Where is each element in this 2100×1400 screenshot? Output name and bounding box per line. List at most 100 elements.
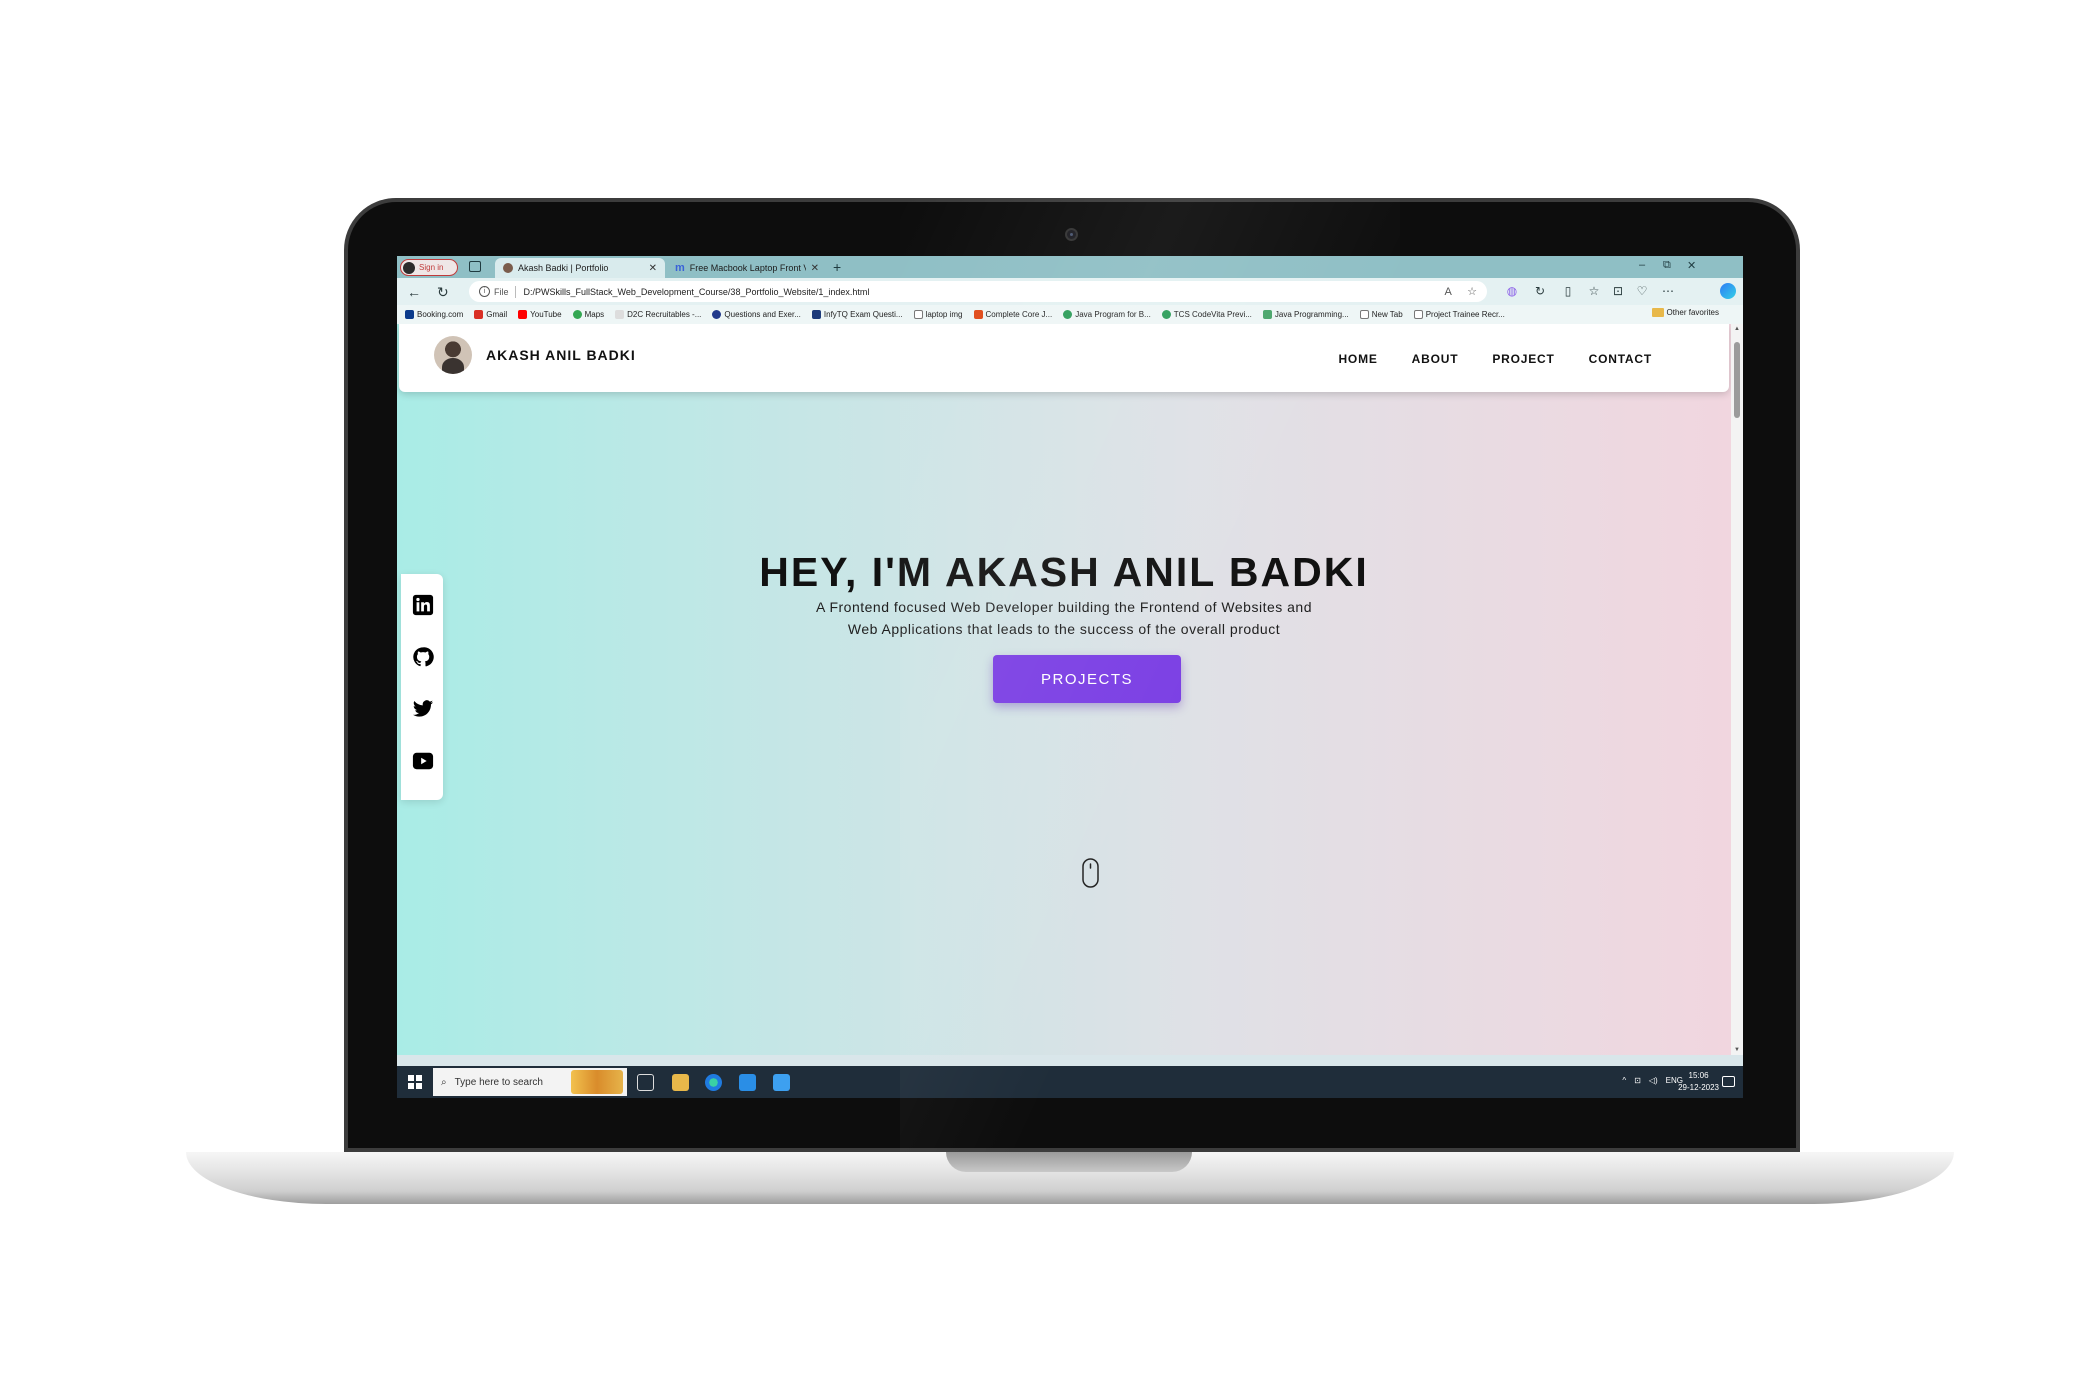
restore-button[interactable]: ⧉ <box>1663 259 1671 272</box>
windows-start-icon[interactable] <box>408 1075 422 1089</box>
twitter-icon[interactable] <box>412 698 434 720</box>
favorite-core-java[interactable]: Complete Core J... <box>973 310 1052 319</box>
scroll-thumb[interactable] <box>1734 342 1740 418</box>
viewport-bottom-edge <box>397 1055 1743 1066</box>
scheme-label: File <box>494 286 509 297</box>
favorite-java-program[interactable]: Java Program for B... <box>1063 310 1151 319</box>
search-placeholder: Type here to search <box>454 1076 543 1088</box>
infytq-icon <box>811 310 821 319</box>
avatar <box>434 336 472 374</box>
favorites-bar: Booking.com Gmail YouTube Maps D2C Recru… <box>397 305 1743 324</box>
favorite-maps[interactable]: Maps <box>572 310 604 319</box>
tab-macbook-image[interactable]: m Free Macbook Laptop Front View ✕ <box>667 258 827 278</box>
info-icon[interactable]: i <box>479 286 490 297</box>
more-options-icon[interactable]: ⋯ <box>1661 284 1675 298</box>
clock-time: 15:06 <box>1688 1071 1709 1080</box>
favorite-d2c[interactable]: D2C Recruitables -... <box>615 310 701 319</box>
browser-toolbar: ← ↻ i File D:/PWSkills_FullStack_Web_Dev… <box>397 278 1743 305</box>
github-icon[interactable] <box>412 646 434 668</box>
close-window-button[interactable]: ✕ <box>1687 259 1696 272</box>
maps-pin-icon <box>572 310 582 319</box>
collections-icon[interactable]: ⊡ <box>1611 284 1625 298</box>
favorite-youtube[interactable]: YouTube <box>518 310 562 319</box>
tab-label: Akash Badki | Portfolio <box>518 263 609 273</box>
booking-icon <box>405 310 414 319</box>
webcam <box>1065 228 1078 241</box>
page-viewport: AKASH ANIL BADKI HOME ABOUT PROJECT CONT… <box>397 324 1731 1055</box>
folder-icon <box>1651 308 1664 317</box>
scroll-mouse-icon <box>1082 858 1099 888</box>
tab-actions-icon[interactable] <box>469 261 481 272</box>
profile-sign-in-button[interactable]: Sign in <box>400 259 458 276</box>
system-tray: ^ ⊡ ◁) ENG <box>1622 1076 1683 1085</box>
task-view-icon[interactable] <box>637 1074 654 1091</box>
page-scrollbar[interactable]: ▲ ▼ <box>1731 324 1743 1055</box>
site-navbar: AKASH ANIL BADKI HOME ABOUT PROJECT CONT… <box>399 324 1729 392</box>
vscode-icon[interactable] <box>739 1074 756 1091</box>
youtube-icon[interactable] <box>412 750 434 772</box>
gfg-icon <box>1161 310 1171 319</box>
tab-close-icon[interactable]: ✕ <box>649 263 657 274</box>
browser-tab-bar: Sign in Akash Badki | Portfolio ✕ m Free… <box>397 256 1743 278</box>
laptop-screen: Sign in Akash Badki | Portfolio ✕ m Free… <box>397 256 1743 1098</box>
scroll-up-arrow-icon[interactable]: ▲ <box>1734 326 1740 332</box>
url-text[interactable]: D:/PWSkills_FullStack_Web_Development_Co… <box>524 287 870 297</box>
nav-about[interactable]: ABOUT <box>1412 352 1459 366</box>
questions-icon <box>712 310 722 319</box>
edge-browser-icon[interactable] <box>705 1074 722 1091</box>
favorites-icon[interactable]: ☆ <box>1587 284 1601 298</box>
favorite-questions[interactable]: Questions and Exer... <box>712 310 801 319</box>
tab-label: Free Macbook Laptop Front View <box>689 263 806 273</box>
copilot-icon[interactable] <box>1720 283 1736 299</box>
tab-close-icon[interactable]: ✕ <box>811 263 819 274</box>
favorite-java-programming[interactable]: Java Programming... <box>1262 310 1349 319</box>
omnibox-actions: A ☆ <box>1445 285 1478 298</box>
gfg-icon <box>1063 310 1073 319</box>
tray-overflow-icon[interactable]: ^ <box>1622 1076 1626 1085</box>
projects-button[interactable]: PROJECTS <box>993 655 1181 703</box>
performance-icon[interactable]: ♡ <box>1635 284 1649 298</box>
refresh-icon[interactable]: ↻ <box>437 284 449 301</box>
back-arrow-icon[interactable]: ← <box>407 284 421 300</box>
split-screen-icon[interactable]: ▯ <box>1561 284 1575 298</box>
refresh-page-icon[interactable]: ↻ <box>1533 284 1547 298</box>
hero-subtitle: A Frontend focused Web Developer buildin… <box>816 599 1312 637</box>
favorite-project-trainee[interactable]: Project Trainee Recr... <box>1413 310 1505 319</box>
notification-icon[interactable] <box>1722 1076 1735 1087</box>
windows-taskbar: ⌕ Type here to search ^ ⊡ ◁) ENG 15:06 2… <box>397 1066 1743 1098</box>
extension-icon[interactable]: ◍ <box>1505 284 1519 298</box>
read-aloud-icon[interactable]: A <box>1445 286 1452 298</box>
nav-contact[interactable]: CONTACT <box>1589 352 1652 366</box>
address-divider <box>514 285 516 298</box>
scroll-down-arrow-icon[interactable]: ▼ <box>1734 1047 1740 1053</box>
core-java-icon <box>973 310 983 319</box>
nav-project[interactable]: PROJECT <box>1492 352 1554 366</box>
favorite-laptop-img[interactable]: laptop img <box>913 310 963 319</box>
tab-portfolio[interactable]: Akash Badki | Portfolio ✕ <box>495 258 665 278</box>
favorite-new-tab[interactable]: New Tab <box>1359 310 1403 319</box>
volume-icon[interactable]: ◁) <box>1649 1076 1658 1085</box>
laptop-hinge-notch <box>946 1152 1192 1172</box>
linkedin-icon[interactable] <box>412 594 434 616</box>
site-brand[interactable]: AKASH ANIL BADKI <box>434 336 636 374</box>
other-favorites[interactable]: Other favorites <box>1651 308 1719 317</box>
youtube-icon <box>518 310 528 319</box>
favorite-gmail[interactable]: Gmail <box>474 310 507 319</box>
new-tab-button[interactable]: + <box>833 259 841 275</box>
file-explorer-icon[interactable] <box>672 1074 689 1091</box>
network-icon[interactable]: ⊡ <box>1634 1076 1641 1085</box>
minimize-button[interactable]: – <box>1639 259 1645 271</box>
paint-app-icon[interactable] <box>773 1074 790 1091</box>
site-menu: HOME ABOUT PROJECT CONTACT <box>1338 352 1652 366</box>
nav-home[interactable]: HOME <box>1338 352 1377 366</box>
address-bar[interactable]: i File D:/PWSkills_FullStack_Web_Develop… <box>469 281 1487 302</box>
taskbar-search-input[interactable]: ⌕ Type here to search <box>433 1068 627 1096</box>
profile-avatar-icon <box>403 261 415 274</box>
favorite-infytq[interactable]: InfyTQ Exam Questi... <box>811 310 903 319</box>
favorite-booking[interactable]: Booking.com <box>405 310 463 319</box>
page-icon <box>1359 310 1369 319</box>
favorite-star-icon[interactable]: ☆ <box>1467 286 1477 298</box>
taskbar-clock[interactable]: 15:06 29-12-2023 <box>1678 1070 1719 1094</box>
sign-in-label: Sign in <box>419 263 444 272</box>
favorite-tcs-codevita[interactable]: TCS CodeVita Previ... <box>1161 310 1252 319</box>
